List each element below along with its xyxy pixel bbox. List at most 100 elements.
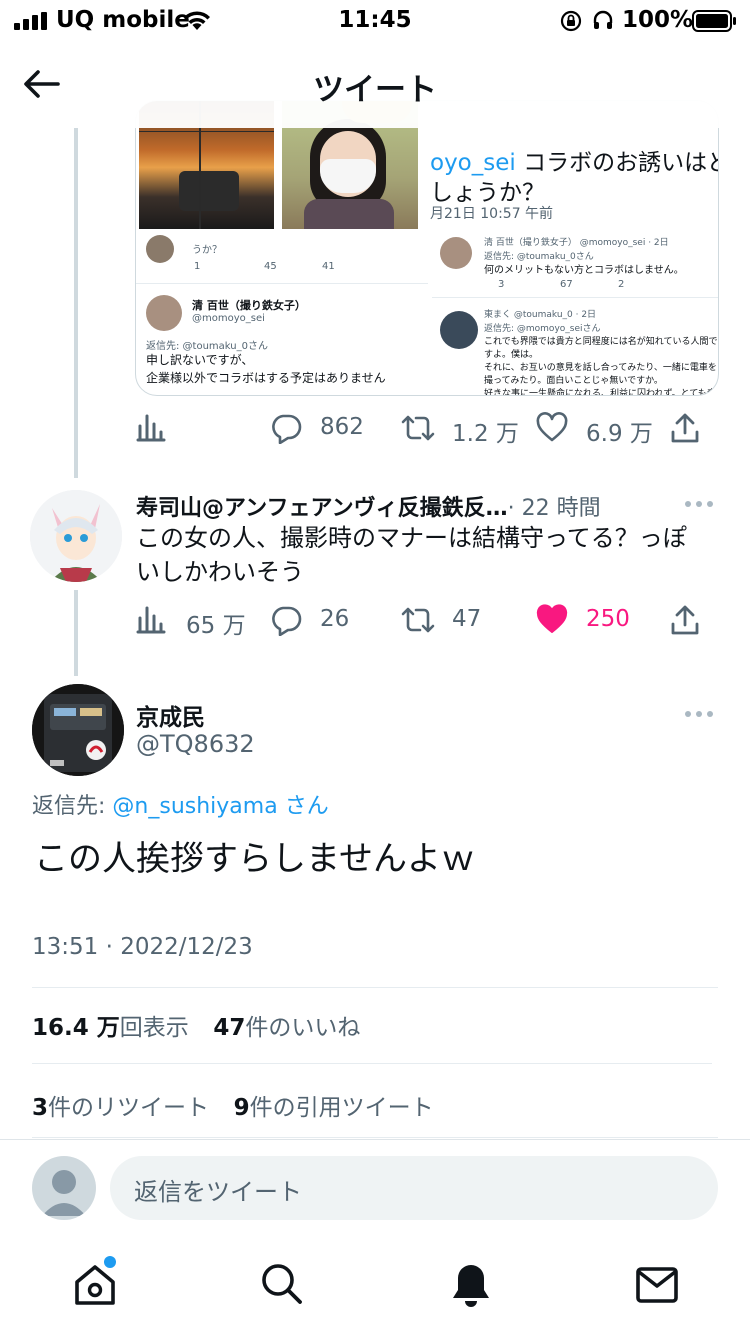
divider (136, 283, 428, 284)
like-button[interactable] (536, 412, 568, 444)
top-navigation-bar: ツイート (0, 42, 750, 128)
retweet-count: 1.2 万 (452, 421, 519, 447)
reply-user-link[interactable]: @n_sushiyama (112, 794, 277, 819)
like-count: 6.9 万 (586, 421, 653, 447)
tweet-text-line: いしかわいそう (136, 558, 304, 586)
heart-icon (536, 412, 568, 442)
reply-count: 26 (320, 606, 350, 632)
avatar (440, 237, 472, 269)
home-icon (75, 1265, 115, 1305)
reply-button[interactable] (270, 412, 302, 444)
embedded-text: 申し訳ないですが、 (146, 353, 254, 367)
share-button[interactable] (670, 604, 700, 636)
tweet-text-line: この女の人、撮影時のマナーは結構守ってる？っぽ (136, 524, 687, 552)
tweet-action-bar: 862 1.2 万 6.9 万 (136, 410, 716, 450)
embedded-right-panel: 清 百世（撮り鉄女子） @momoyo_sei · 2日 返信先: @touma… (432, 231, 718, 396)
divider (32, 987, 718, 988)
embedded-text: 清 百世（撮り鉄女子） @momoyo_sei · 2日 (484, 238, 669, 248)
share-button[interactable] (670, 412, 700, 444)
embedded-text: 返信先: @momoyo_seiさん (484, 324, 601, 334)
reply-context: 返信先: @n_sushiyama さん (32, 788, 329, 820)
orientation-lock-icon (560, 10, 582, 32)
embedded-text: 企業様以外でコラボはする予定はありません (146, 371, 386, 385)
battery-icon (692, 10, 738, 32)
embedded-quote-line2: しょうか？ (430, 180, 545, 206)
ellipsis-icon (685, 711, 713, 717)
messages-envelope-icon (636, 1267, 678, 1303)
avatar[interactable] (32, 684, 124, 776)
embedded-text: 好きな事に一生懸命になれる、利益に囚われず。とても素 (484, 389, 716, 396)
anime-character-avatar-image (30, 490, 122, 582)
tweet-attached-image[interactable]: oyo_sei コラボのお誘いはどこで しょうか？ 月21日 10:57 午前 … (135, 100, 719, 396)
divider (32, 1137, 718, 1138)
tab-search[interactable] (260, 1262, 304, 1306)
retweet-icon (401, 607, 435, 633)
like-button[interactable] (536, 604, 568, 636)
reply-input[interactable]: 返信をツイート (110, 1156, 718, 1220)
embedded-text: 撮ってみたり。面白いことじゃ無いですか。 (484, 376, 663, 386)
tab-messages[interactable] (636, 1266, 678, 1304)
author-name[interactable]: 寿司山@アンフェアンヴィ反撮鉄反… (136, 496, 508, 521)
retweet-count: 47 (452, 606, 482, 632)
comment-icon (272, 606, 302, 636)
more-options-button[interactable] (684, 500, 714, 508)
main-tweet-text: この人挨拶すらしませんよｗ (34, 839, 475, 879)
like-count: 250 (586, 606, 630, 632)
likes-stat[interactable]: 47件のいいね (213, 1015, 360, 1041)
embedded-left-panel: うか？ 1 45 41 清 百世（撮り鉄女子） @momoyo_sei 返信先:… (136, 231, 428, 395)
analytics-button[interactable] (136, 604, 166, 634)
author-handle[interactable]: @TQ8632 (136, 730, 255, 758)
avatar (146, 235, 174, 263)
page-title: ツイート (313, 72, 437, 108)
quote-tweets-stat[interactable]: 9件の引用ツイート (234, 1095, 434, 1121)
avatar[interactable] (30, 490, 122, 582)
embedded-text: 東まく @toumaku_0 · 2日 (484, 310, 597, 320)
retweet-button[interactable] (400, 604, 436, 636)
share-icon (671, 413, 699, 443)
avatar (146, 295, 182, 331)
thread-connector-line (74, 128, 78, 478)
more-options-button[interactable] (684, 710, 714, 718)
bottom-tab-bar (0, 1240, 750, 1334)
embedded-text: すよ。僕は。 (484, 350, 539, 360)
embedded-text: 何のメリットもない方とコラボはしません。 (484, 265, 684, 276)
tweet-timestamp[interactable]: 13:51 · 2022/12/23 (32, 934, 253, 960)
reply-count: 862 (320, 414, 364, 440)
tab-home[interactable] (72, 1256, 118, 1308)
embedded-count-replies: 1 (194, 261, 201, 272)
embedded-quote-line1: oyo_sei コラボのお誘いはどこで (430, 150, 718, 176)
heart-filled-icon (536, 604, 568, 633)
embedded-count: 2 (618, 279, 625, 290)
status-bar: UQ mobile 11:45 100% (0, 0, 750, 42)
embedded-text: それに、お互いの意見を話し合ってみたり、一緒に電車を (484, 363, 717, 373)
divider (432, 297, 718, 298)
tab-notifications[interactable] (450, 1262, 492, 1308)
tweet-time[interactable]: · 22 時間 (508, 496, 601, 521)
retweets-quotes-stats: 3件のリツイート 9件の引用ツイート (32, 1088, 434, 1122)
notifications-bell-icon (453, 1265, 489, 1307)
share-icon (671, 605, 699, 635)
reply-placeholder: 返信をツイート (134, 1178, 302, 1206)
current-user-avatar[interactable] (32, 1156, 96, 1220)
retweet-button[interactable] (400, 412, 436, 444)
train-avatar-image (32, 684, 124, 776)
embedded-reply-to: 返信先: @toumaku_0さん (146, 341, 268, 352)
author-name[interactable]: 京成民 (136, 698, 205, 732)
reply-suffix: さん (284, 794, 329, 819)
embedded-count-likes: 41 (322, 261, 335, 272)
embedded-text: うか？ (192, 245, 222, 256)
analytics-button[interactable] (136, 412, 166, 442)
retweets-stat[interactable]: 3件のリツイート (32, 1095, 209, 1121)
tweet-action-bar: 65 万 26 47 250 (136, 602, 716, 642)
embedded-count: 3 (498, 279, 505, 290)
views-stat[interactable]: 16.4 万回表示 (32, 1015, 189, 1041)
thread-connector-line (74, 590, 78, 676)
reply-prefix: 返信先: (32, 794, 106, 819)
embedded-text: これでも界隈では貴方と同程度には名が知れている人間で (484, 337, 718, 347)
reply-button[interactable] (270, 604, 302, 636)
divider (0, 1139, 750, 1140)
headphones-icon (592, 9, 614, 31)
bar-chart-icon (136, 606, 166, 634)
avatar (440, 311, 478, 349)
tweet-header: 寿司山@アンフェアンヴィ反撮鉄反…· 22 時間 (136, 490, 686, 522)
